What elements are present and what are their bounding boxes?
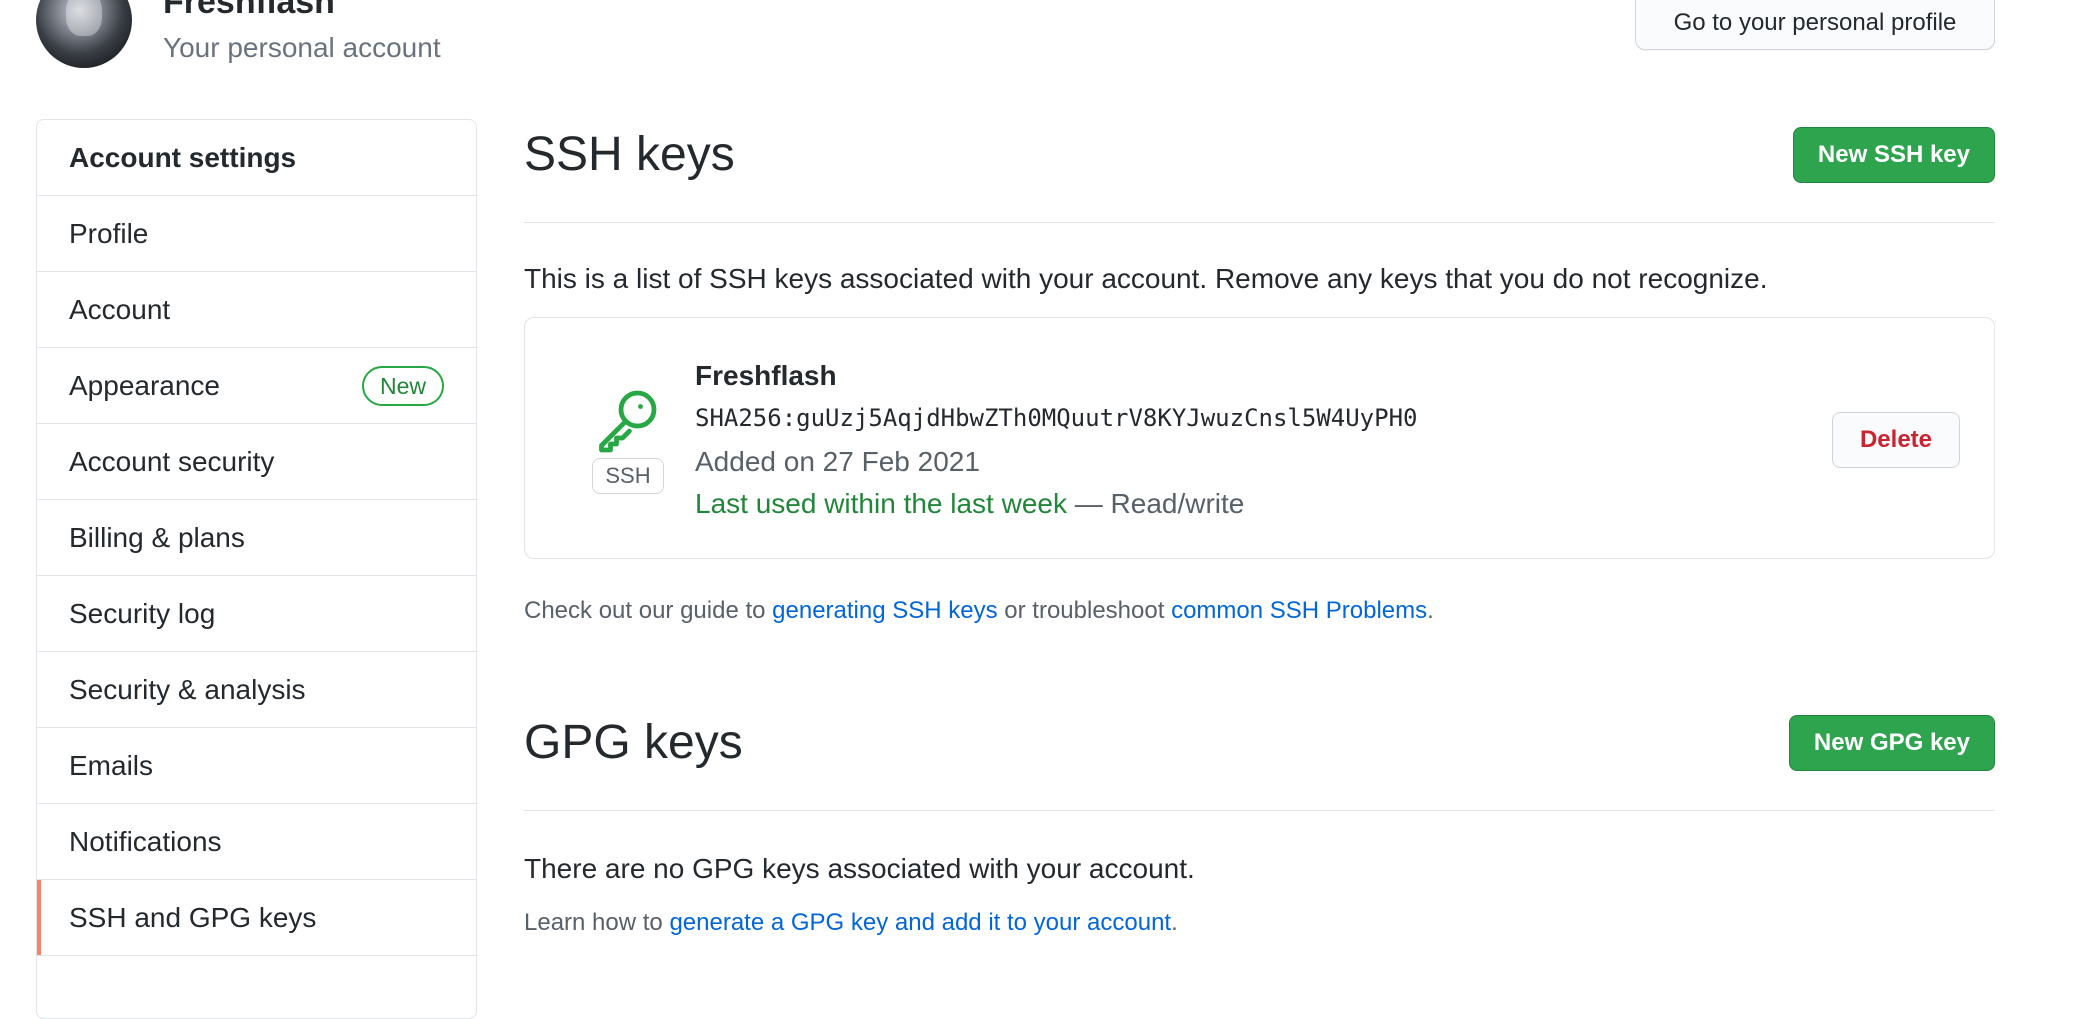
- sidebar-item-account-security[interactable]: Account security: [37, 424, 476, 500]
- ssh-key-added-date: Added on 27 Feb 2021: [695, 446, 980, 477]
- key-icon: [599, 390, 657, 453]
- sidebar-title: Account settings: [37, 120, 476, 196]
- ssh-key-access: — Read/write: [1066, 488, 1245, 519]
- delete-ssh-key-button[interactable]: Delete: [1832, 412, 1960, 468]
- sidebar-item-label: Security log: [69, 597, 216, 629]
- sidebar-item-label: Emails: [69, 749, 154, 781]
- settings-header: Freshflash Your personal account Go to y…: [0, 0, 2096, 80]
- sidebar-item-billing[interactable]: Billing & plans: [37, 500, 476, 576]
- ssh-key-fingerprint: SHA256:guUzj5AqjdHbwZTh0MQuutrV8KYJwuzCn…: [695, 404, 1418, 432]
- gpg-description: There are no GPG keys associated with yo…: [524, 853, 1195, 884]
- ssh-description: This is a list of SSH keys associated wi…: [524, 263, 1768, 294]
- sidebar-item-label: Account security: [69, 445, 275, 477]
- sidebar-item-account[interactable]: Account: [37, 272, 476, 348]
- sidebar-item-profile[interactable]: Profile: [37, 196, 476, 272]
- ssh-keys-section: SSH keys New SSH key This is a list of S…: [524, 119, 1995, 627]
- gpg-keys-title: GPG keys: [524, 716, 743, 769]
- new-ssh-key-button[interactable]: New SSH key: [1792, 127, 1995, 183]
- ssh-guide-text: Check out our guide to generating SSH ke…: [524, 595, 1995, 627]
- learn-suffix: .: [1171, 909, 1178, 936]
- guide-suffix: .: [1427, 597, 1434, 624]
- common-ssh-problems-link[interactable]: common SSH Problems: [1171, 597, 1427, 624]
- guide-prefix: Check out our guide to: [524, 597, 773, 624]
- learn-prefix: Learn how to: [524, 909, 670, 936]
- sidebar-item-label: SSH and GPG keys: [69, 901, 317, 933]
- sidebar-item-security-log[interactable]: Security log: [37, 576, 476, 652]
- main-content: SSH keys New SSH key This is a list of S…: [524, 119, 1995, 939]
- sidebar-item-label: Profile: [69, 217, 149, 249]
- guide-middle: or troubleshoot: [997, 597, 1172, 624]
- ssh-key-title: Freshflash: [695, 360, 837, 391]
- gpg-keys-section: GPG keys New GPG key There are no GPG ke…: [524, 707, 1995, 939]
- gpg-section-header: GPG keys New GPG key: [524, 707, 1995, 811]
- sidebar-item-label: Security & analysis: [69, 673, 306, 705]
- ssh-keys-title: SSH keys: [524, 128, 735, 181]
- username: Freshflash: [163, 0, 335, 21]
- sidebar-item-label: Billing & plans: [69, 521, 245, 553]
- ssh-key-usage: Last used within the last week — Read/wr…: [695, 488, 1244, 520]
- settings-sidebar: Account settings Profile Account Appeara…: [36, 119, 477, 1019]
- ssh-key-last-used: Last used within the last week: [695, 488, 1067, 519]
- new-badge: New: [361, 365, 444, 406]
- generate-gpg-key-link[interactable]: generate a GPG key and add it to your ac…: [669, 909, 1171, 936]
- sidebar-item-label: Account: [69, 293, 171, 325]
- go-to-profile-button[interactable]: Go to your personal profile: [1635, 0, 1995, 50]
- sidebar-item-emails[interactable]: Emails: [37, 728, 476, 804]
- sidebar-item-partial[interactable]: [37, 956, 476, 1018]
- ssh-section-header: SSH keys New SSH key: [524, 119, 1995, 223]
- sidebar-item-notifications[interactable]: Notifications: [37, 804, 476, 880]
- gpg-learn-text: Learn how to generate a GPG key and add …: [524, 907, 1995, 939]
- ssh-key-badge: SSH: [592, 458, 664, 494]
- avatar[interactable]: [36, 0, 132, 68]
- sidebar-item-appearance[interactable]: Appearance New: [37, 348, 476, 424]
- account-type: Your personal account: [163, 32, 441, 63]
- new-gpg-key-button[interactable]: New GPG key: [1788, 715, 1995, 771]
- sidebar-item-ssh-gpg-keys[interactable]: SSH and GPG keys: [37, 880, 476, 956]
- generating-ssh-keys-link[interactable]: generating SSH keys: [772, 597, 997, 624]
- sidebar-item-label: Notifications: [69, 825, 222, 857]
- sidebar-item-label: Appearance: [69, 369, 221, 401]
- ssh-key-item: SSH Freshflash SHA256:guUzj5AqjdHbwZTh0M…: [524, 317, 1995, 559]
- sidebar-item-security-analysis[interactable]: Security & analysis: [37, 652, 476, 728]
